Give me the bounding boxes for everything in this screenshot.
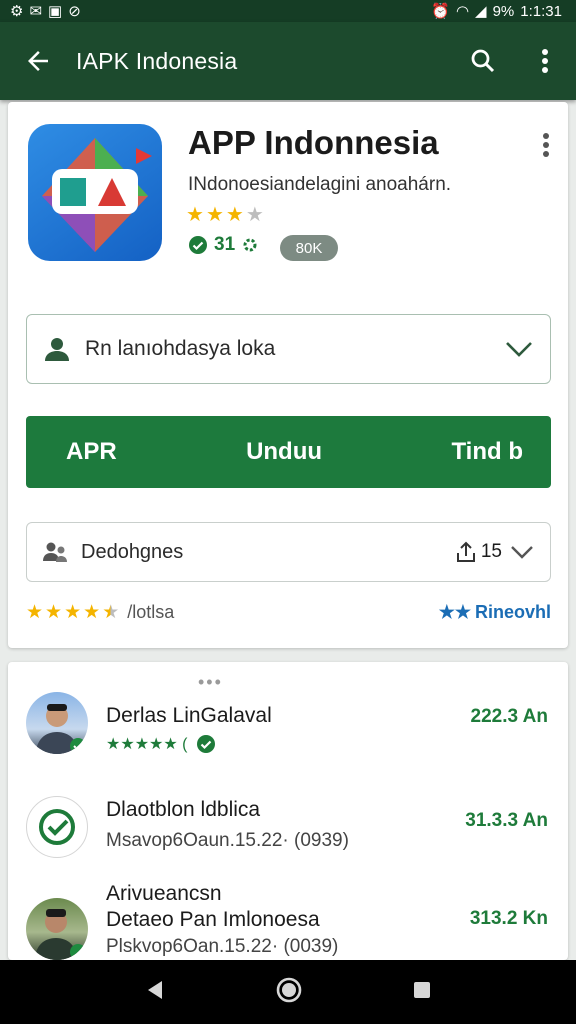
system-nav-bar bbox=[0, 960, 576, 1024]
account-dropdown-label: Rn lanıohdasya loka bbox=[85, 337, 276, 360]
circle-home-icon bbox=[276, 977, 302, 1002]
app-name: APP Indonnesia bbox=[188, 124, 439, 161]
search-button[interactable] bbox=[452, 46, 514, 76]
more-vert-icon bbox=[542, 49, 548, 73]
size-badge: 80K bbox=[280, 235, 338, 261]
alarm-icon: ⏰ bbox=[431, 3, 450, 20]
drag-handle[interactable]: ••• bbox=[198, 672, 223, 693]
review-name: Dlaotblon ldblica bbox=[106, 798, 261, 821]
app-subtitle: INdonoesiandelagini anoahárn. bbox=[188, 174, 452, 195]
app-rating-stars: ★ ★ ★ ★ bbox=[186, 202, 264, 227]
person-avatar-icon bbox=[35, 909, 86, 960]
square-recents-icon bbox=[413, 981, 430, 998]
sync-icon: ⚙ bbox=[10, 3, 24, 20]
reviews-link-text: Rineovhl bbox=[474, 601, 551, 622]
sort-count: 15 bbox=[480, 541, 502, 562]
review-amount: 222.3 An bbox=[470, 706, 548, 727]
gear-icon bbox=[243, 238, 257, 252]
verified-icon bbox=[197, 735, 215, 753]
sort-dropdown[interactable]: Dedohgnes 15 bbox=[26, 522, 551, 582]
stars-icon: ★★ bbox=[438, 601, 471, 622]
nav-back-button[interactable] bbox=[144, 979, 166, 1006]
account-dropdown[interactable]: Rn lanıohdasya loka bbox=[26, 314, 551, 384]
review-name-line2: Detaeo Pan Imlonoesa bbox=[106, 908, 320, 931]
review-amount: 313.2 Kn bbox=[469, 908, 548, 929]
chevron-down-icon bbox=[506, 342, 532, 357]
review-meta: Plskvop6Oan.15.22· (0039) bbox=[106, 936, 339, 957]
star-icon: ★ bbox=[45, 601, 63, 623]
review-meta: Msavop6Oaun.15.22· (0939) bbox=[106, 830, 349, 851]
signal-icon: ◢ bbox=[475, 3, 487, 20]
app-logo-icon bbox=[42, 138, 152, 252]
status-bar: ⚙ ✉ ▣ ⊘ ⏰ ◠ ◢ 9% 1:1:31 bbox=[0, 0, 576, 22]
back-button[interactable] bbox=[0, 46, 76, 76]
search-icon bbox=[471, 49, 495, 73]
notification-icon: ✉ bbox=[29, 3, 43, 20]
app-info-card: APP Indonnesia INdonoesiandelagini anoah… bbox=[8, 102, 568, 648]
check-circle-icon bbox=[39, 809, 75, 845]
photo-icon: ▣ bbox=[48, 3, 63, 20]
arrow-back-icon bbox=[28, 51, 48, 71]
battery-level: 9% bbox=[492, 2, 515, 20]
share-icon bbox=[456, 541, 475, 562]
card-overflow-button[interactable] bbox=[542, 132, 550, 163]
star-icon: ★ bbox=[225, 204, 244, 226]
star-icon: ★ bbox=[26, 601, 44, 623]
wifi-icon: ◠ bbox=[455, 3, 470, 20]
status-time: 1:1:31 bbox=[520, 2, 562, 20]
reviews-card: ••• Derlas LinGalaval ★★★★★ ( 222.3 An D… bbox=[8, 662, 568, 960]
star-icon: ★ bbox=[83, 601, 101, 623]
apr-button[interactable]: APR bbox=[66, 438, 117, 466]
triangle-back-icon bbox=[148, 980, 163, 999]
reviews-link[interactable]: ★★ Rineovhl bbox=[439, 602, 551, 623]
review-name: Derlas LinGalaval bbox=[106, 704, 272, 727]
app-icon[interactable] bbox=[28, 124, 162, 261]
install-count-value: 31 bbox=[214, 234, 236, 255]
chevron-down-icon bbox=[511, 546, 533, 559]
people-icon bbox=[43, 542, 67, 562]
person-avatar-icon bbox=[36, 704, 86, 754]
ratings-row: ★ ★ ★ ★ ★ /lotlsa ★★ Rineovhl bbox=[26, 598, 551, 626]
ratings-summary-text: /lotlsa bbox=[127, 601, 175, 622]
app-bar-title: IAPK Indonesia bbox=[76, 47, 238, 74]
verified-icon bbox=[189, 236, 207, 254]
sort-dropdown-label: Dedohgnes bbox=[81, 540, 184, 563]
star-icon: ★ bbox=[64, 601, 82, 623]
avatar bbox=[26, 898, 88, 960]
avatar bbox=[26, 796, 88, 858]
install-action-bar: APR Unduu Tind b bbox=[26, 416, 551, 488]
more-vert-icon bbox=[543, 133, 549, 157]
third-action-button[interactable]: Tind b bbox=[451, 438, 523, 466]
person-icon bbox=[45, 338, 69, 361]
nav-recents-button[interactable] bbox=[412, 980, 432, 1005]
ratings-summary: ★ ★ ★ ★ ★ /lotlsa bbox=[26, 601, 174, 624]
review-name-line1: Arivueancsn bbox=[106, 882, 222, 905]
download-button[interactable]: Unduu bbox=[246, 438, 322, 466]
review-amount: 31.3.3 An bbox=[465, 810, 548, 831]
star-half-icon: ★ bbox=[102, 601, 120, 623]
overflow-menu-button[interactable] bbox=[514, 48, 576, 74]
star-icon: ★ bbox=[205, 204, 224, 226]
review-rating: ★★★★★ ( bbox=[106, 736, 188, 753]
star-icon: ★ bbox=[186, 204, 204, 226]
app-bar: IAPK Indonesia bbox=[0, 22, 576, 100]
nav-home-button[interactable] bbox=[275, 976, 303, 1009]
star-empty-icon: ★ bbox=[245, 204, 264, 226]
download-icon: ⊘ bbox=[68, 3, 81, 20]
install-count: 31 bbox=[188, 234, 259, 256]
avatar bbox=[26, 692, 88, 754]
